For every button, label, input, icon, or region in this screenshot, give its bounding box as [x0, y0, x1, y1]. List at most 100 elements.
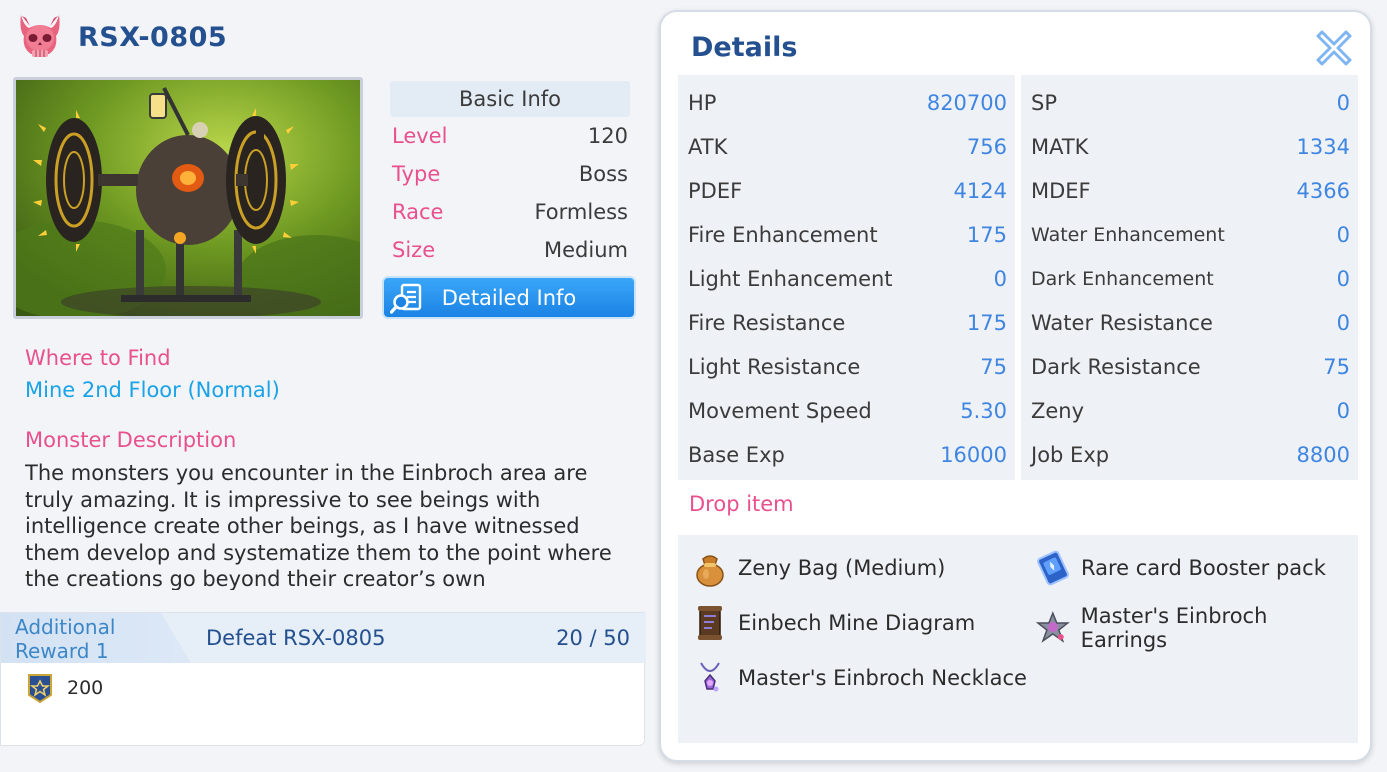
stat-atk: ATK 756: [678, 125, 1015, 169]
stat-water-enhancement: Water Enhancement 0: [1021, 213, 1358, 257]
stat-label: HP: [688, 91, 717, 115]
stat-movement-speed: Movement Speed 5.30: [678, 389, 1015, 433]
reward-amount: 200: [67, 677, 104, 699]
card-pack-icon: [1037, 550, 1069, 586]
boss-skull-icon: [20, 15, 60, 57]
drop-item-name: Einbech Mine Diagram: [738, 611, 976, 635]
stat-value: 0: [1336, 267, 1350, 291]
stat-value: 16000: [940, 443, 1007, 467]
drop-item-card-pack[interactable]: Rare card Booster pack: [1035, 549, 1326, 587]
stat-fire-enhancement: Fire Enhancement 175: [678, 213, 1015, 257]
stat-value: 175: [966, 223, 1007, 247]
drop-item-name: Master's Einbroch Necklace: [738, 666, 1027, 690]
stat-light-enhancement: Light Enhancement 0: [678, 257, 1015, 301]
stat-label: Light Resistance: [688, 355, 861, 379]
stats-column-right: SP 0 MATK 1334 MDEF 4366 Water Enhancement 0…: [1021, 75, 1358, 480]
stat-value: 0: [1336, 399, 1350, 423]
race-label: Race: [392, 200, 444, 224]
drop-item-label: Drop item: [689, 492, 794, 516]
basic-info-header: Basic Info: [390, 81, 630, 117]
stats-column-left: HP 820700 ATK 756 PDEF 4124 Fire Enhancemen…: [678, 75, 1015, 480]
stat-hp: HP 820700: [678, 81, 1015, 125]
basic-info-box: Basic Info Level 120 Type Boss Race Form…: [390, 81, 630, 269]
basic-info-row-type: Type Boss: [390, 155, 630, 193]
stat-label: Fire Resistance: [688, 311, 846, 335]
type-value: Boss: [578, 162, 628, 186]
where-to-find-link[interactable]: Mine 2nd Floor (Normal): [25, 378, 280, 402]
stat-label: Water Enhancement: [1031, 224, 1225, 246]
additional-reward-panel: Additional Reward 1 Defeat RSX-0805 20 /…: [0, 612, 646, 746]
stat-zeny: Zeny 0: [1021, 389, 1358, 433]
stat-value: 0: [993, 267, 1007, 291]
drop-item-zeny-bag[interactable]: Zeny Bag (Medium): [692, 549, 945, 587]
stat-value: 175: [966, 311, 1007, 335]
stat-matk: MATK 1334: [1021, 125, 1358, 169]
stat-value: 4124: [953, 179, 1007, 203]
drop-item-name: Rare card Booster pack: [1081, 556, 1326, 580]
scroll-icon: [698, 606, 722, 640]
stat-value: 5.30: [960, 399, 1007, 423]
stat-mdef: MDEF 4366: [1021, 169, 1358, 213]
level-label: Level: [392, 124, 448, 148]
stat-value: 0: [1336, 91, 1350, 115]
monster-header: RSX-0805: [18, 12, 227, 62]
reward-progress: 20 / 50: [556, 626, 630, 650]
stat-value: 820700: [926, 91, 1007, 115]
drop-item-mine-diagram[interactable]: Einbech Mine Diagram: [692, 604, 975, 642]
necklace-icon: [700, 662, 720, 692]
level-value: 120: [587, 124, 628, 148]
where-to-find-label: Where to Find: [25, 346, 171, 370]
stat-label: SP: [1031, 91, 1057, 115]
stat-pdef: PDEF 4124: [678, 169, 1015, 213]
stat-label: Job Exp: [1031, 443, 1110, 467]
monster-description-text[interactable]: The monsters you encounter in the Einbro…: [25, 460, 625, 590]
stat-water-resistance: Water Resistance 0: [1021, 301, 1358, 345]
reward-goal: Defeat RSX-0805: [206, 626, 386, 650]
detailed-info-label: Detailed Info: [441, 285, 577, 310]
stat-value: 1334: [1296, 135, 1350, 159]
size-label: Size: [392, 238, 436, 262]
stat-label: Fire Enhancement: [688, 223, 878, 247]
close-icon[interactable]: [1312, 26, 1356, 70]
stat-label: ATK: [688, 135, 728, 159]
earrings-icon: [1035, 611, 1070, 643]
details-dialog: Details HP 820700 ATK 756 PDEF 4124 Fire En…: [659, 10, 1372, 762]
stat-job-exp: Job Exp 8800: [1021, 433, 1358, 477]
drop-item-name: Master's Einbroch Earrings: [1080, 604, 1268, 652]
stat-value: 75: [1323, 355, 1350, 379]
stat-label: Light Enhancement: [688, 267, 893, 291]
stat-dark-enhancement: Dark Enhancement 0: [1021, 257, 1358, 301]
size-value: Medium: [544, 238, 628, 262]
stat-value: 0: [1336, 223, 1350, 247]
race-value: Formless: [534, 200, 628, 224]
stat-label: Movement Speed: [688, 399, 872, 423]
stat-label: Dark Enhancement: [1031, 268, 1214, 290]
stat-dark-resistance: Dark Resistance 75: [1021, 345, 1358, 389]
stat-light-resistance: Light Resistance 75: [678, 345, 1015, 389]
stat-label: Dark Resistance: [1031, 355, 1201, 379]
stat-value: 0: [1336, 311, 1350, 335]
stat-sp: SP 0: [1021, 81, 1358, 125]
stat-label: MATK: [1031, 135, 1089, 159]
stat-label: Zeny: [1031, 399, 1085, 423]
reward-tab-label: Additional Reward 1: [15, 615, 116, 663]
stat-fire-resistance: Fire Resistance 175: [678, 301, 1015, 345]
stat-label: Water Resistance: [1031, 311, 1213, 335]
monster-description-label: Monster Description: [25, 428, 237, 452]
stat-base-exp: Base Exp 16000: [678, 433, 1015, 477]
monster-info-panel: RSX-0805 Basic Info Level 120 Type Boss …: [0, 0, 655, 772]
monster-portrait: [13, 77, 363, 319]
stat-label: PDEF: [688, 179, 743, 203]
drop-item-necklace[interactable]: Master's Einbroch Necklace: [692, 659, 1027, 697]
detailed-info-button[interactable]: Detailed Info: [382, 276, 636, 319]
magnifier-document-icon: [390, 283, 422, 314]
drop-item-name: Zeny Bag (Medium): [738, 556, 946, 580]
stat-label: Base Exp: [688, 443, 785, 467]
stat-value: 8800: [1296, 443, 1350, 467]
drop-item-list: Zeny Bag (Medium) Rare card Booster pack…: [678, 535, 1358, 743]
drop-item-earrings[interactable]: Master's Einbroch Earrings: [1035, 604, 1358, 652]
basic-info-row-level: Level 120: [390, 117, 630, 155]
monster-name: RSX-0805: [78, 21, 228, 53]
basic-info-row-size: Size Medium: [390, 231, 630, 269]
stat-value: 75: [980, 355, 1007, 379]
